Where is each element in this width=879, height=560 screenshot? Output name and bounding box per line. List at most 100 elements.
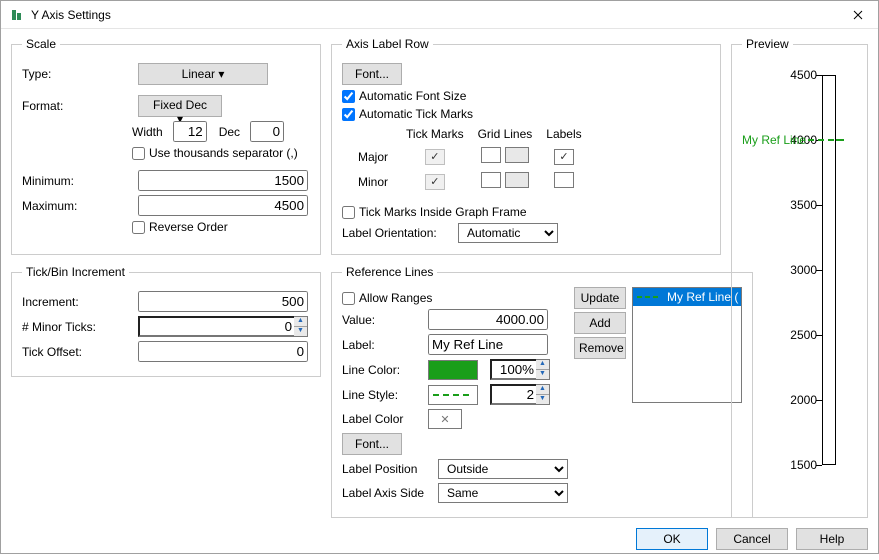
help-button[interactable]: Help [796,528,868,550]
app-icon [9,7,25,23]
type-dropdown[interactable]: Linear ▾ [138,63,268,85]
label-side-select[interactable]: Same [438,483,568,503]
preview-tick-label: 3500 [762,198,817,212]
list-item-label: My Ref Line ( [667,290,738,304]
scale-legend: Scale [22,37,60,51]
preview-group: Preview 1500200025003000350040004500My R… [731,37,868,518]
ref-line-icon [635,291,663,303]
minimum-label: Minimum: [22,174,132,188]
label-position-label: Label Position [342,462,432,476]
dec-input[interactable] [250,121,284,142]
minor-ticks-label: # Minor Ticks: [22,320,132,334]
minor-tick-checkbox[interactable] [425,174,445,190]
preview-legend: Preview [742,37,793,51]
ref-font-button[interactable]: Font... [342,433,402,455]
ref-lines-list[interactable]: My Ref Line ( [632,287,742,403]
auto-font-checkbox[interactable]: Automatic Font Size [342,89,466,103]
ref-label-label: Label: [342,338,422,352]
line-style-spinner[interactable]: ▲▼ [536,384,550,405]
tick-offset-label: Tick Offset: [22,345,132,359]
window-title: Y Axis Settings [31,8,111,22]
major-labels-checkbox[interactable] [554,149,574,165]
row-minor-label: Minor [352,170,398,193]
update-button[interactable]: Update [574,287,626,309]
preview-tick-label: 2000 [762,393,817,407]
allow-ranges-checkbox[interactable]: Allow Ranges [342,291,432,305]
axisrow-legend: Axis Label Row [342,37,433,51]
reference-lines-group: Reference Lines Allow Ranges Value: [331,265,753,518]
minor-grid-sample[interactable] [505,172,529,188]
minor-ticks-input[interactable] [138,316,294,337]
preview-tick-label: 1500 [762,458,817,472]
major-tick-checkbox[interactable] [425,149,445,165]
preview-ref-line: My Ref Line [742,133,844,147]
axis-label-row-group: Axis Label Row Font... Automatic Font Si… [331,37,721,255]
line-style-swatch[interactable] [428,385,478,405]
type-label: Type: [22,67,132,81]
minor-ticks-spinner[interactable]: ▲▼ [294,316,308,337]
auto-font-label: Automatic Font Size [359,89,466,103]
scale-group: Scale Type: Linear ▾ Format: Fixed Dec ▾… [11,37,321,255]
auto-ticks-checkbox[interactable]: Automatic Tick Marks [342,107,473,121]
line-style-label: Line Style: [342,388,422,402]
axis-font-button[interactable]: Font... [342,63,402,85]
tickbin-group: Tick/Bin Increment Increment: # Minor Ti… [11,265,321,377]
line-style-input[interactable] [490,384,536,405]
tickbin-legend: Tick/Bin Increment [22,265,129,279]
remove-button[interactable]: Remove [574,337,626,359]
opacity-input[interactable] [490,359,536,380]
major-grid-checkbox[interactable] [481,147,501,163]
major-grid-sample[interactable] [505,147,529,163]
minor-grid-checkbox[interactable] [481,172,501,188]
ok-button[interactable]: OK [636,528,708,550]
row-major-label: Major [352,145,398,168]
dialog-footer: OK Cancel Help [1,522,878,560]
minimum-input[interactable] [138,170,308,191]
line-color-swatch[interactable] [428,360,478,380]
dec-label: Dec [219,125,240,139]
width-label: Width [132,125,163,139]
minor-labels-checkbox[interactable] [554,172,574,188]
preview-chart: 1500200025003000350040004500My Ref Line [742,65,857,505]
width-input[interactable] [173,121,207,142]
auto-ticks-label: Automatic Tick Marks [359,107,473,121]
allow-ranges-label: Allow Ranges [359,291,432,305]
label-color-swatch[interactable]: ✕ [428,409,462,429]
thousands-label: Use thousands separator (,) [149,146,298,160]
tick-grid-table: Tick Marks Grid Lines Labels Major Minor [350,125,590,195]
orientation-label: Label Orientation: [342,226,452,240]
preview-tick-label: 4500 [762,68,817,82]
opacity-spinner[interactable]: ▲▼ [536,359,550,380]
col-grid-header: Grid Lines [472,127,539,143]
format-dropdown[interactable]: Fixed Dec ▾ [138,95,222,117]
label-position-select[interactable]: Outside [438,459,568,479]
inside-frame-checkbox[interactable]: Tick Marks Inside Graph Frame [342,205,527,219]
line-color-label: Line Color: [342,363,422,377]
add-button[interactable]: Add [574,312,626,334]
thousands-checkbox[interactable]: Use thousands separator (,) [132,146,298,160]
col-labels-header: Labels [540,127,587,143]
maximum-label: Maximum: [22,199,132,213]
orientation-select[interactable]: Automatic [458,223,558,243]
format-label: Format: [22,99,132,113]
inside-frame-label: Tick Marks Inside Graph Frame [359,205,527,219]
list-item: My Ref Line ( [633,288,741,306]
reflines-legend: Reference Lines [342,265,437,279]
cancel-button[interactable]: Cancel [716,528,788,550]
maximum-input[interactable] [138,195,308,216]
ref-value-input[interactable] [428,309,548,330]
close-icon[interactable] [838,1,878,29]
preview-tick-label: 3000 [762,263,817,277]
ref-label-input[interactable] [428,334,548,355]
reverse-label: Reverse Order [149,220,228,234]
tick-offset-input[interactable] [138,341,308,362]
col-tick-header: Tick Marks [400,127,470,143]
label-side-label: Label Axis Side [342,486,432,500]
reverse-checkbox[interactable]: Reverse Order [132,220,228,234]
titlebar: Y Axis Settings [1,1,878,29]
dialog-window: Y Axis Settings Scale Type: Linear ▾ For… [0,0,879,554]
increment-input[interactable] [138,291,308,312]
increment-label: Increment: [22,295,132,309]
content-area: Scale Type: Linear ▾ Format: Fixed Dec ▾… [1,29,878,522]
ref-value-label: Value: [342,313,422,327]
